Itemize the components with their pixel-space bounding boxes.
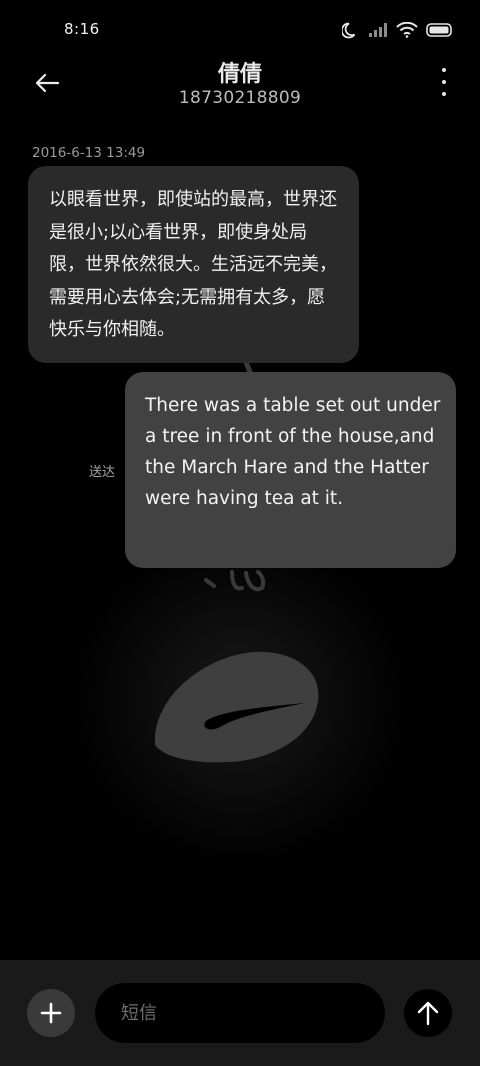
signal-icon	[368, 22, 388, 38]
send-arrow-icon	[417, 1001, 439, 1026]
add-attachment-button[interactable]	[27, 989, 75, 1037]
outgoing-message-bubble[interactable]: There was a table set out under a tree i…	[125, 372, 456, 568]
more-options-button[interactable]	[438, 68, 450, 96]
conversation-header: 倩倩 18730218809	[0, 56, 480, 126]
composer-bar	[0, 960, 480, 1066]
status-bar: 8:16	[0, 0, 480, 56]
wifi-icon	[396, 22, 418, 38]
more-vertical-icon	[442, 68, 446, 72]
contact-name[interactable]: 倩倩	[0, 56, 480, 88]
moon-icon	[342, 21, 360, 39]
sms-input[interactable]	[95, 983, 385, 1043]
status-icons	[342, 21, 454, 39]
plus-icon	[40, 1002, 62, 1024]
delivery-status: 送达	[89, 465, 116, 480]
message-timestamp: 2016-6-13 13:49	[32, 145, 146, 161]
battery-icon	[426, 23, 454, 37]
contact-phone-number[interactable]: 18730218809	[0, 88, 480, 108]
incoming-message-bubble[interactable]: 以眼看世界，即使站的最高，世界还是很小;以心看世界，即使身处局限，世界依然很大。…	[28, 166, 359, 363]
status-time: 8:16	[64, 20, 100, 38]
send-button[interactable]	[404, 989, 452, 1037]
